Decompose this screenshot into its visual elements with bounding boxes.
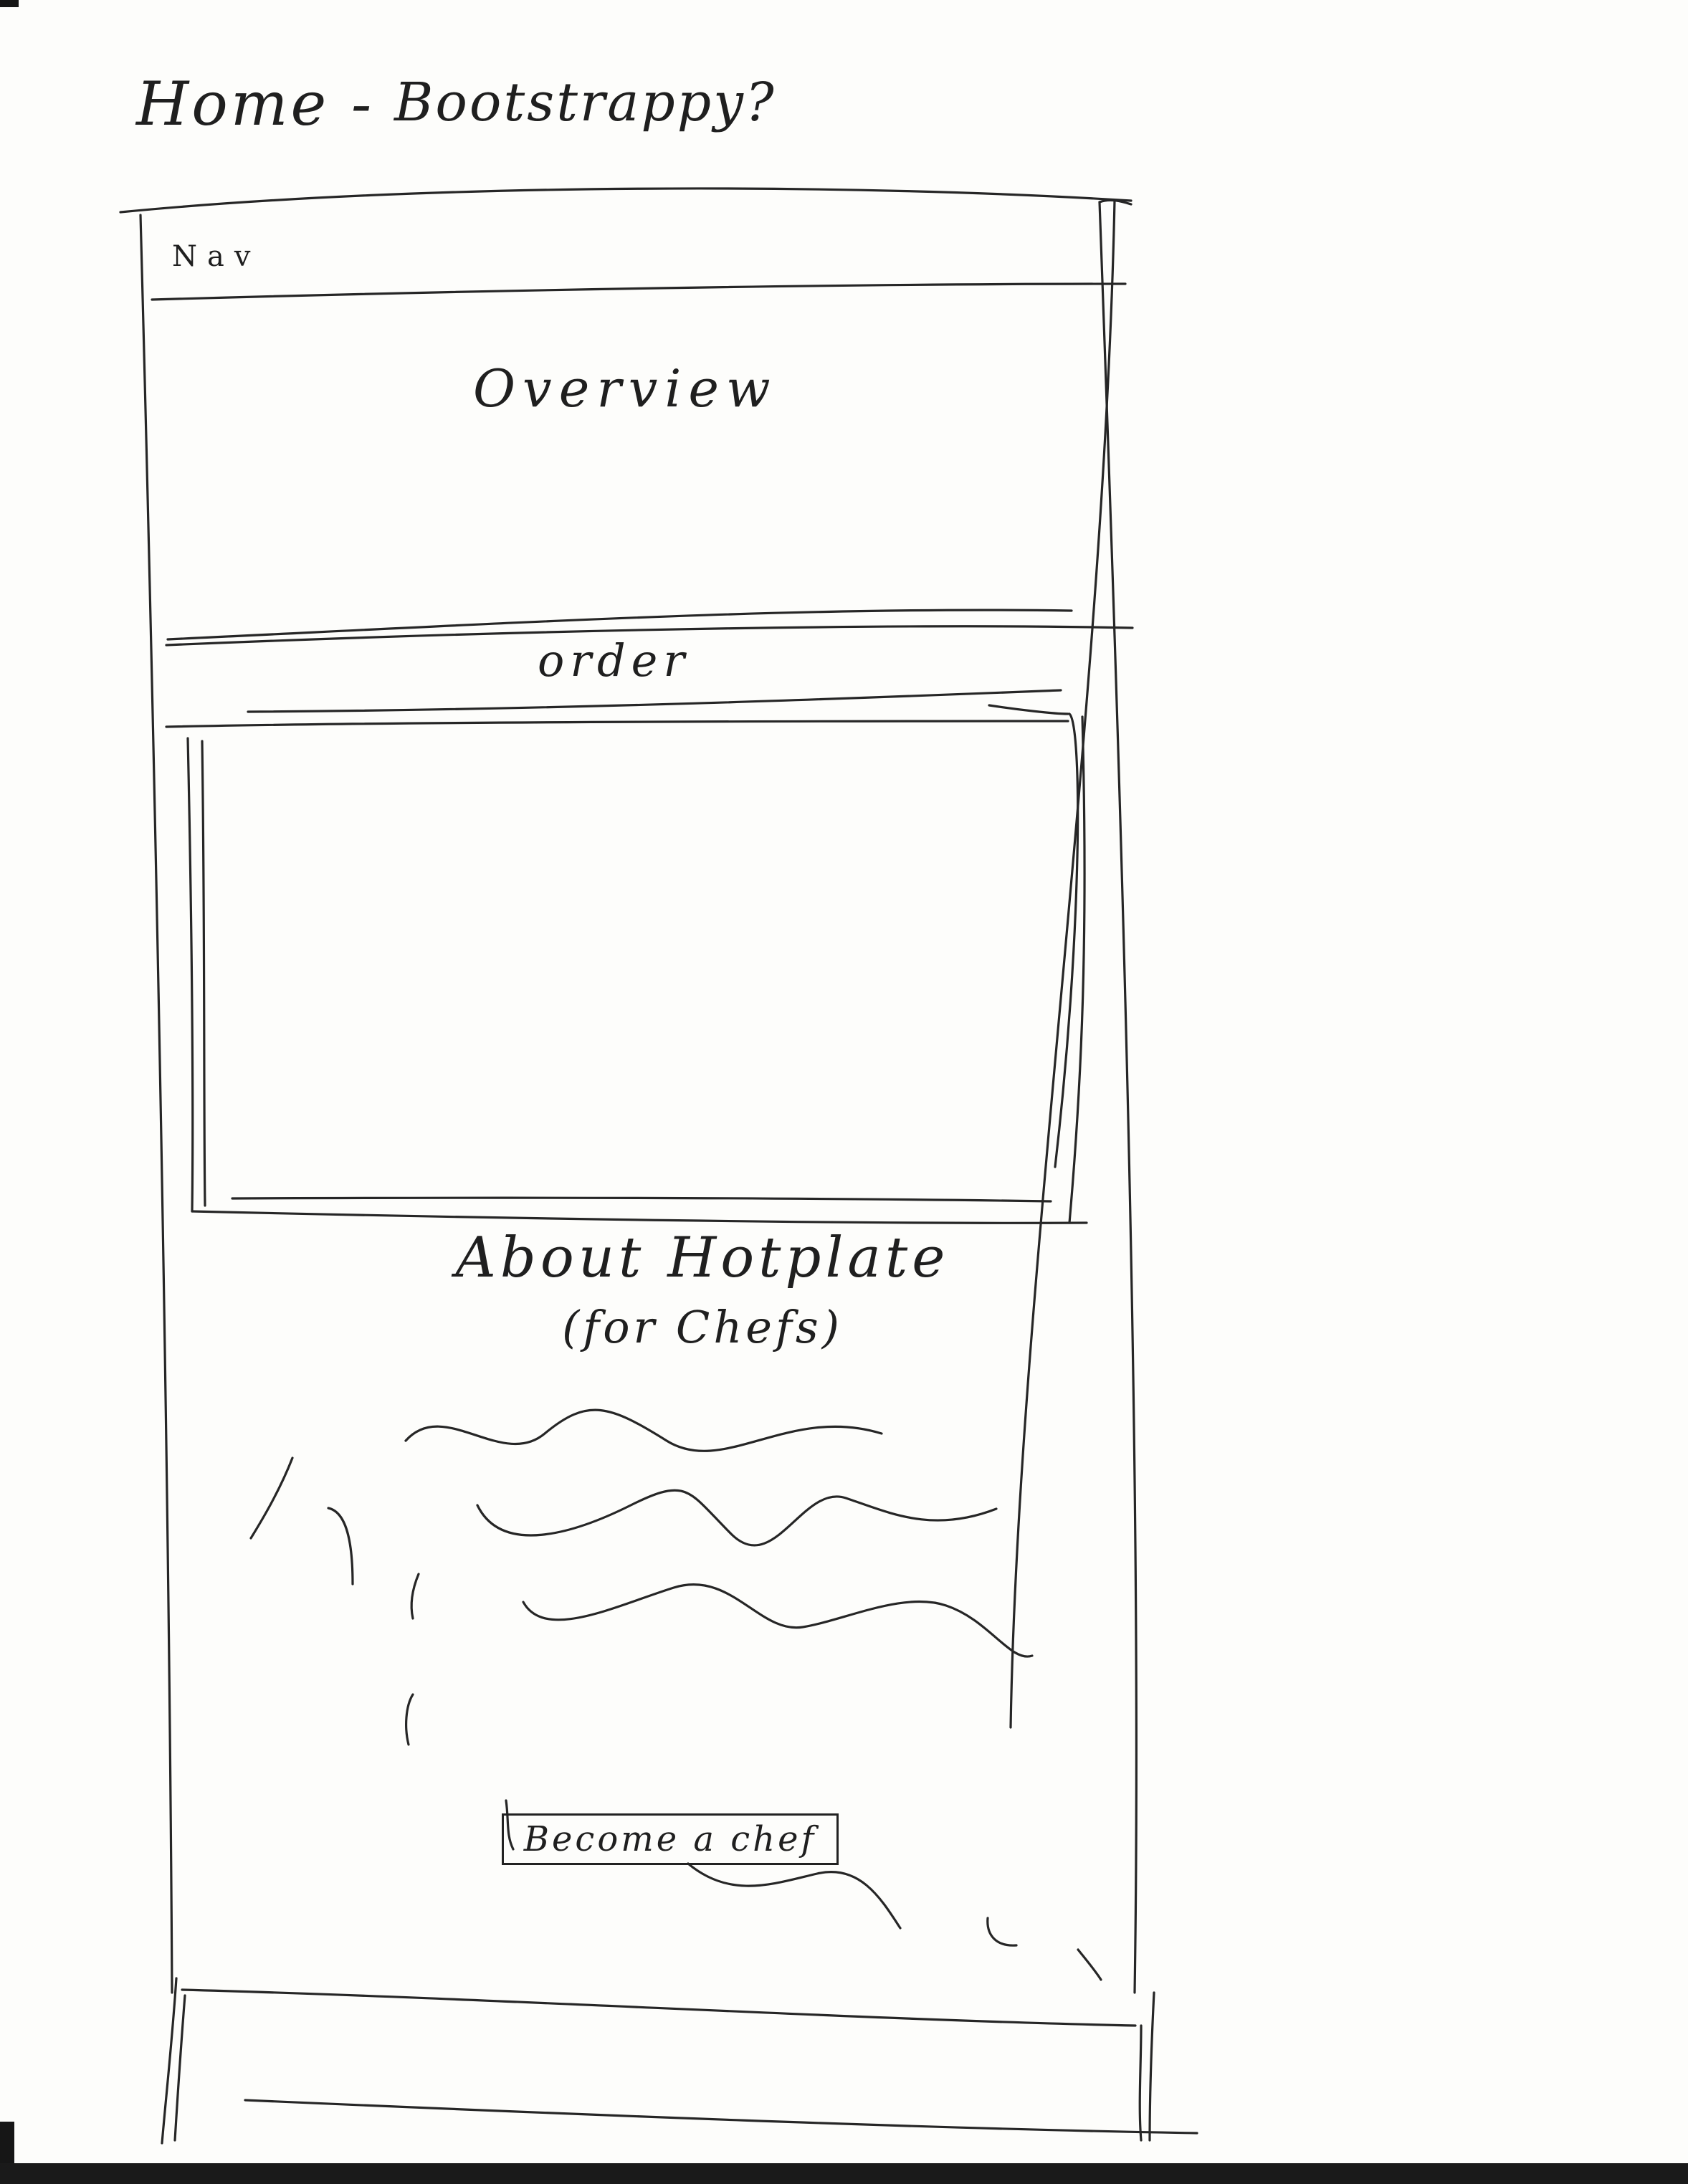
- frame-top-line: [119, 187, 1133, 214]
- footer-right-line-2: [1138, 2024, 1143, 2142]
- become-a-chef-button[interactable]: Become a chef: [502, 1813, 839, 1865]
- page-title: Home -: [136, 69, 375, 139]
- footer-left-line: [161, 1977, 178, 2145]
- order-box-left-inner: [201, 740, 206, 1207]
- scan-edge-bottom: [0, 2163, 1688, 2184]
- frame-right-line-inner: [1009, 199, 1116, 1729]
- footer-right-line: [1148, 1991, 1155, 2142]
- order-box-left-outer: [186, 737, 194, 1213]
- squiggle-line-1: [404, 1408, 883, 1452]
- button-stray-4: [1077, 1948, 1102, 1981]
- squiggle-line-3: [522, 1583, 1034, 1658]
- about-section-title: About Hotplate: [455, 1226, 950, 1290]
- order-box-bottom-outer: [191, 1210, 1088, 1224]
- overview-section-label: Overview: [473, 358, 778, 419]
- button-stray-3: [986, 1917, 1018, 1947]
- stray-mark-4: [405, 1693, 414, 1746]
- frame-right-line-outer: [1098, 201, 1138, 1994]
- order-box-bottom: [231, 1196, 1052, 1203]
- order-divider-left: [165, 720, 1069, 728]
- order-divider-right: [247, 689, 1062, 713]
- nav-bar-label: Nav: [172, 240, 261, 273]
- nav-divider: [151, 282, 1127, 301]
- footer-left-line-2: [173, 1994, 186, 2142]
- frame-left-line: [139, 214, 173, 1994]
- footer-top-line: [181, 1988, 1137, 2027]
- page-subtitle: Bootstrappy?: [394, 72, 776, 133]
- order-box-tick: [988, 704, 1069, 715]
- button-stray-2: [687, 1862, 902, 1930]
- wireframe-sketch: [119, 187, 1198, 2145]
- footer-bottom-line: [244, 2099, 1198, 2135]
- about-section-subtitle: (for Chefs): [562, 1301, 843, 1353]
- stray-mark-3: [410, 1573, 420, 1620]
- order-section-label: order: [538, 634, 690, 687]
- stray-mark-2: [327, 1507, 354, 1585]
- squiggle-line-2: [476, 1489, 998, 1547]
- stray-mark-1: [249, 1456, 294, 1540]
